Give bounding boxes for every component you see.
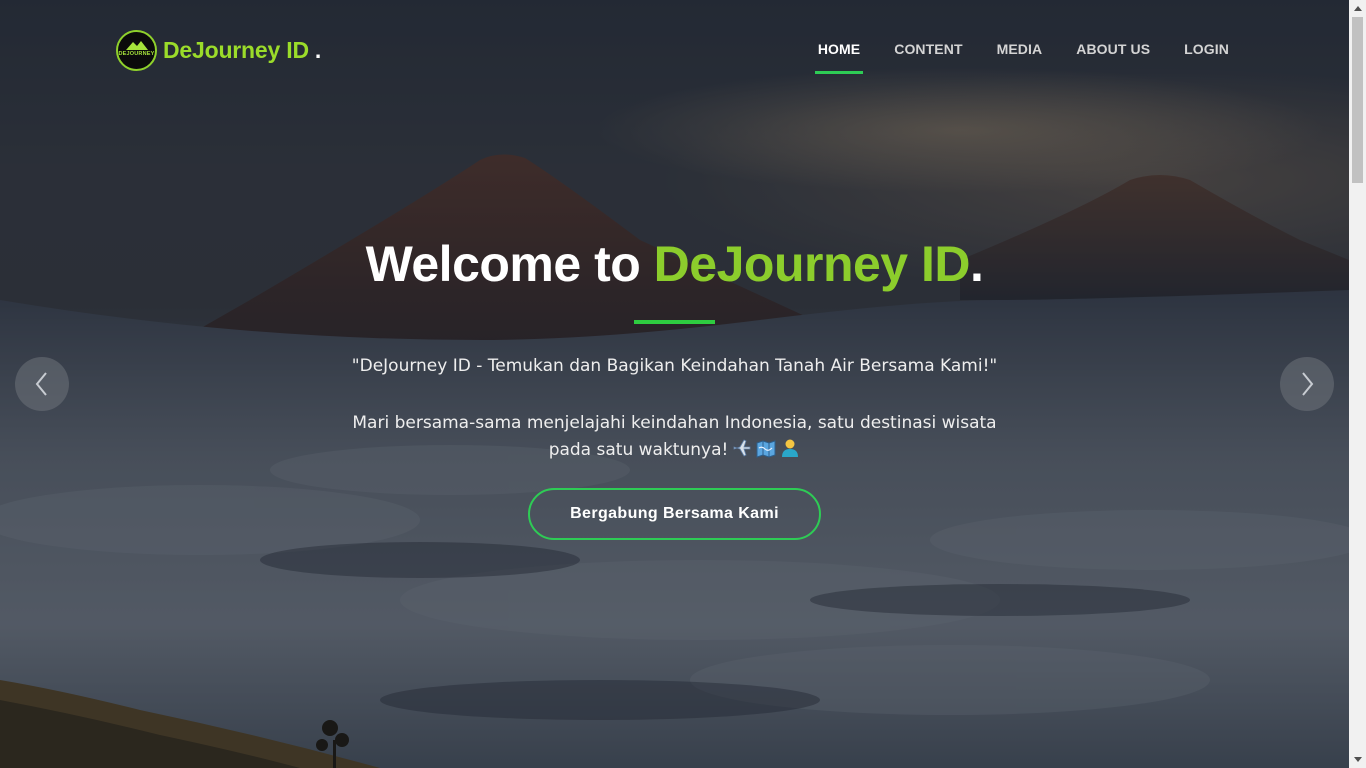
brand-link[interactable]: DEJOURNEY DeJourney ID. <box>116 30 321 71</box>
nav-item-login[interactable]: LOGIN <box>1184 41 1229 66</box>
nav-item-content[interactable]: CONTENT <box>894 41 962 66</box>
chevron-left-icon <box>35 372 47 396</box>
main-nav: HOME CONTENT MEDIA ABOUT US LOGIN <box>784 41 1229 74</box>
scroll-up-arrow-icon[interactable] <box>1349 0 1366 17</box>
brand-dot: . <box>314 37 322 63</box>
join-us-button[interactable]: Bergabung Bersama Kami <box>528 488 821 540</box>
background-overlay <box>0 0 1349 768</box>
chevron-right-icon <box>1302 372 1314 396</box>
brand-logo: DEJOURNEY <box>116 30 157 71</box>
nav-item-home[interactable]: HOME <box>814 41 864 74</box>
carousel-prev-button[interactable] <box>15 357 69 411</box>
carousel-next-button[interactable] <box>1280 357 1334 411</box>
nav-item-media[interactable]: MEDIA <box>997 41 1043 66</box>
hero-title-suffix: . <box>970 236 984 292</box>
page-scrollbar[interactable] <box>1349 0 1366 768</box>
scrollbar-thumb[interactable] <box>1352 17 1363 183</box>
hero-carousel-slide: DEJOURNEY DeJourney ID. HOME CONTENT MED… <box>0 0 1349 768</box>
hero-desc-line-1: Mari bersama-sama menjelajahi keindahan … <box>352 413 997 433</box>
mountain-logo-icon <box>126 41 148 50</box>
title-divider <box>634 320 715 324</box>
hero-desc-line-2: pada satu waktunya! <box>0 437 1349 467</box>
hero-desc-line-2-text: pada satu waktunya! <box>548 440 729 460</box>
hero-description: Mari bersama-sama menjelajahi keindahan … <box>0 410 1349 467</box>
hero-quote: "DeJourney ID - Temukan dan Bagikan Kein… <box>351 356 998 376</box>
hero-title: Welcome to DeJourney ID. <box>0 235 1349 293</box>
nav-item-about-us[interactable]: ABOUT US <box>1076 41 1150 66</box>
airplane-icon <box>732 438 752 467</box>
top-navbar: DEJOURNEY DeJourney ID. HOME CONTENT MED… <box>0 0 1349 100</box>
person-icon <box>780 438 800 467</box>
hero-title-prefix: Welcome to <box>365 236 654 292</box>
logo-text: DEJOURNEY <box>118 50 155 57</box>
brand-name: DeJourney ID <box>163 37 309 63</box>
scroll-down-arrow-icon[interactable] <box>1349 751 1366 768</box>
hero-title-accent: DeJourney ID <box>653 236 971 292</box>
map-icon <box>756 440 776 467</box>
